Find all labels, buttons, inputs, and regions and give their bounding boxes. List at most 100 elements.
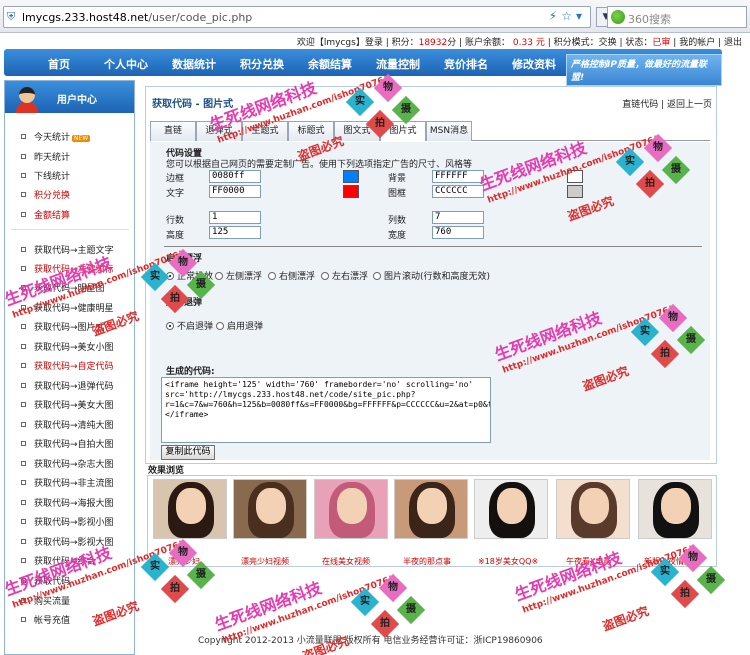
sidebar-item[interactable]: 帐号充值 xyxy=(21,613,70,626)
nav-user-center[interactable]: 个人中心 xyxy=(104,56,148,72)
mode-text: 积分模式：交换 xyxy=(553,38,617,48)
text-color-input[interactable]: FF0000 xyxy=(209,185,261,198)
tab-theme[interactable]: 主题式 xyxy=(242,121,288,141)
sidebar-item[interactable]: 购买流量 xyxy=(21,594,70,607)
sidebar-item[interactable]: 今天统计 NEW xyxy=(21,130,91,143)
tab-popup[interactable]: 退弹式 xyxy=(196,121,242,141)
preview-caption[interactable]: 漂亮少妇 xyxy=(168,556,200,567)
direct-code-link[interactable]: 直链代码 xyxy=(622,100,658,110)
float-option-right[interactable]: 右侧漂浮 xyxy=(268,269,315,282)
bg-color-input[interactable]: FFFFFF xyxy=(432,170,484,183)
float-option-scroll[interactable]: 图片滚动(行数和高度无效) xyxy=(373,269,490,282)
star-icon[interactable]: ☆ xyxy=(561,9,576,23)
popup-option-off[interactable]: 不启退弹 xyxy=(166,319,213,332)
float-option-left[interactable]: 左侧漂浮 xyxy=(215,269,262,282)
preview-caption[interactable]: 在线美女视频 xyxy=(322,556,370,567)
points-value: 18932 xyxy=(418,38,448,48)
nav-home[interactable]: 首页 xyxy=(48,56,70,72)
sidebar-item[interactable]: 获取代码→清纯大图 xyxy=(21,418,114,431)
preview-thumb[interactable] xyxy=(556,479,630,539)
sidebar-item-label: 获取代码→自拍大图 xyxy=(34,440,114,450)
sidebar-item[interactable]: 获取代码→健康明星 xyxy=(21,301,114,314)
tab-direct[interactable]: 直链 xyxy=(150,121,196,141)
sidebar-item-label: 获取代码→综合 xyxy=(34,557,96,567)
tab-image[interactable]: 图片式 xyxy=(380,121,426,141)
divider xyxy=(164,246,702,247)
logout-link[interactable]: 退出 xyxy=(724,38,742,48)
preview-caption[interactable]: ※18岁美女QQ※ xyxy=(478,556,538,567)
sidebar-item[interactable]: 获取代码→海报大图 xyxy=(21,496,114,509)
sidebar-item[interactable]: 获取代码→美女大图 xyxy=(21,398,114,411)
bullet-icon xyxy=(21,480,26,485)
preview-thumb[interactable] xyxy=(394,479,468,539)
height-input[interactable]: 125 xyxy=(209,226,261,239)
sidebar-item[interactable]: 获取代码→综合 xyxy=(21,554,96,567)
sidebar-item[interactable]: 获取代码→图片式 xyxy=(21,320,105,333)
rows-input[interactable]: 1 xyxy=(209,211,261,224)
width-label: 宽度 xyxy=(388,231,407,241)
sidebar-item[interactable]: 获取代码→退弹代码 xyxy=(21,379,114,392)
bullet-icon xyxy=(21,519,26,524)
sidebar-item[interactable]: 获取代码→自定代码 xyxy=(21,359,114,372)
back-link[interactable]: 返回上一页 xyxy=(667,100,712,110)
bg-label: 背景 xyxy=(388,174,407,184)
preview-thumb[interactable] xyxy=(638,479,712,539)
float-option-both[interactable]: 左右漂浮 xyxy=(321,269,368,282)
sidebar-item[interactable]: 获取代码→美女小图 xyxy=(21,340,114,353)
sidebar-item-label: 获取代码→健康明星 xyxy=(34,304,114,314)
nav-traffic-control[interactable]: 流量控制 xyxy=(376,56,420,72)
sidebar-item[interactable]: 获取代码→主题文字 xyxy=(21,243,114,256)
nav-bidding[interactable]: 竞价排名 xyxy=(444,56,488,72)
sidebar-header: 用户中心 xyxy=(5,81,134,113)
cols-input[interactable]: 7 xyxy=(432,211,484,224)
width-input[interactable]: 760 xyxy=(432,226,484,239)
preview-caption[interactable]: 半夜的那点事 xyxy=(403,556,451,567)
sidebar-item[interactable]: 下线统计 xyxy=(21,169,70,182)
sidebar-item[interactable]: 获取代码→明星图 xyxy=(21,281,105,294)
sidebar: 用户中心 今天统计 NEW 昨天统计 下线统计 积分兑换 金额结算 获取代码→主题文字 获取代… xyxy=(4,80,135,655)
preview-caption[interactable]: 新版一夜情交友 xyxy=(644,556,700,567)
sidebar-item[interactable]: 获取代码→非主流图 xyxy=(21,476,114,489)
generated-code-textarea[interactable]: <iframe height='125' width='760' framebo… xyxy=(161,377,491,443)
tab-title[interactable]: 标题式 xyxy=(288,121,334,141)
preview-thumb[interactable] xyxy=(314,479,388,539)
frame-color-swatch[interactable] xyxy=(567,185,583,198)
text-color-swatch[interactable] xyxy=(343,185,359,198)
search-box[interactable]: 360搜索 xyxy=(607,6,747,28)
frame-color-input[interactable]: CCCCCC xyxy=(432,185,484,198)
copy-code-button[interactable]: 复制此代码 xyxy=(161,445,215,460)
preview-thumb[interactable] xyxy=(233,479,307,539)
preview-caption[interactable]: 午夜看X电影 xyxy=(566,556,611,567)
tab-image-text[interactable]: 图文式 xyxy=(334,121,380,141)
lightning-icon[interactable]: ⚡ xyxy=(549,9,561,23)
nav-balance[interactable]: 余额结算 xyxy=(308,56,352,72)
address-bar[interactable]: ⛨ lmycgs.233.host48.net/user/code_pic.ph… xyxy=(3,6,591,28)
nav-profile[interactable]: 修改资料 xyxy=(512,56,556,72)
float-option-normal[interactable]: 正常投放 xyxy=(166,269,213,282)
preview-thumb[interactable] xyxy=(474,479,548,539)
browser-toolbar: ⛨ lmycgs.233.host48.net/user/code_pic.ph… xyxy=(0,0,750,33)
sidebar-item[interactable]: 金额结算 xyxy=(21,208,70,221)
border-color-swatch[interactable] xyxy=(343,170,359,183)
sidebar-item[interactable]: 昨天统计 xyxy=(21,150,70,163)
sidebar-item[interactable]: 获取代码→左健频标 xyxy=(21,262,114,275)
bg-color-swatch[interactable] xyxy=(567,170,583,183)
my-account-link[interactable]: 我的帐户 xyxy=(679,38,715,48)
sidebar-item[interactable]: 获取代码→自拍大图 xyxy=(21,437,114,450)
nav-points-exchange[interactable]: 积分兑换 xyxy=(240,56,284,72)
sidebar-item[interactable]: 积分兑换 xyxy=(21,188,70,201)
search-input[interactable]: 360搜索 xyxy=(628,11,671,27)
sidebar-item-label: 获取代码→非主流图 xyxy=(34,479,114,489)
sidebar-item[interactable]: 获取代码 xyxy=(21,574,70,587)
tab-msn[interactable]: MSN消息 xyxy=(426,121,472,141)
sidebar-item[interactable]: 获取代码→影视小图 xyxy=(21,515,114,528)
sidebar-item[interactable]: 获取代码→影视大图 xyxy=(21,535,114,548)
welcome-text: 欢迎【lmycgs】登录 xyxy=(296,38,383,48)
nav-stats[interactable]: 数据统计 xyxy=(172,56,216,72)
border-color-input[interactable]: 0080ff xyxy=(209,170,261,183)
preview-caption[interactable]: 漂亮少妇视频 xyxy=(241,556,289,567)
popup-option-on[interactable]: 启用退弹 xyxy=(216,319,263,332)
preview-thumb[interactable] xyxy=(153,479,227,539)
sidebar-item[interactable]: 获取代码→杂志大图 xyxy=(21,457,114,470)
dropdown-icon[interactable]: ▾ xyxy=(576,9,586,23)
